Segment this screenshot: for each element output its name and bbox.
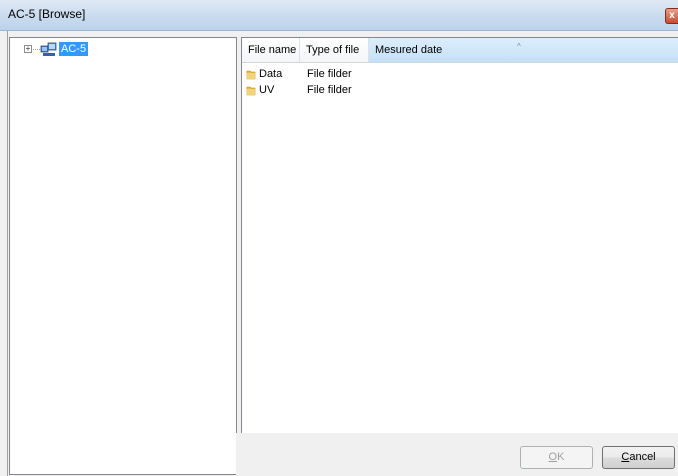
- sort-ascending-icon: ^: [517, 42, 521, 51]
- file-type-cell: File filder: [307, 68, 352, 80]
- file-name-cell: Data: [259, 68, 283, 80]
- file-name-cell: UV: [259, 84, 275, 96]
- window-title: AC-5 [Browse]: [8, 7, 86, 21]
- close-button[interactable]: x: [665, 8, 678, 24]
- file-type-cell: File filder: [307, 84, 352, 96]
- column-header-file-name[interactable]: File name: [242, 38, 300, 62]
- folder-tree-pane[interactable]: + AC-5: [9, 37, 237, 475]
- folder-icon: [246, 86, 256, 96]
- expand-icon[interactable]: +: [24, 45, 32, 53]
- tree-node-label[interactable]: AC-5: [59, 42, 89, 56]
- tree-connector-line: [33, 49, 40, 50]
- close-icon: x: [669, 10, 675, 21]
- ok-button[interactable]: OK: [520, 446, 593, 469]
- title-bar: AC-5 [Browse] x: [0, 0, 678, 31]
- column-header-measured-date[interactable]: Mesured date ^: [369, 38, 678, 62]
- column-header-type[interactable]: Type of file: [300, 38, 369, 62]
- column-header-row: File name Type of file Mesured date ^: [242, 38, 678, 63]
- computer-network-icon: [40, 42, 57, 56]
- cancel-label-rest: ancel: [629, 451, 656, 463]
- ok-label-rest: K: [557, 451, 565, 463]
- file-list-pane[interactable]: File name Type of file Mesured date ^ Da…: [241, 37, 678, 434]
- file-row[interactable]: Data File filder: [242, 68, 678, 80]
- cancel-button[interactable]: Cancel: [602, 446, 675, 469]
- ok-mnemonic: O: [548, 451, 558, 463]
- file-row[interactable]: UV File filder: [242, 84, 678, 96]
- column-header-label: Mesured date: [375, 44, 443, 56]
- window-left-edge: [0, 31, 8, 476]
- folder-icon: [246, 70, 256, 80]
